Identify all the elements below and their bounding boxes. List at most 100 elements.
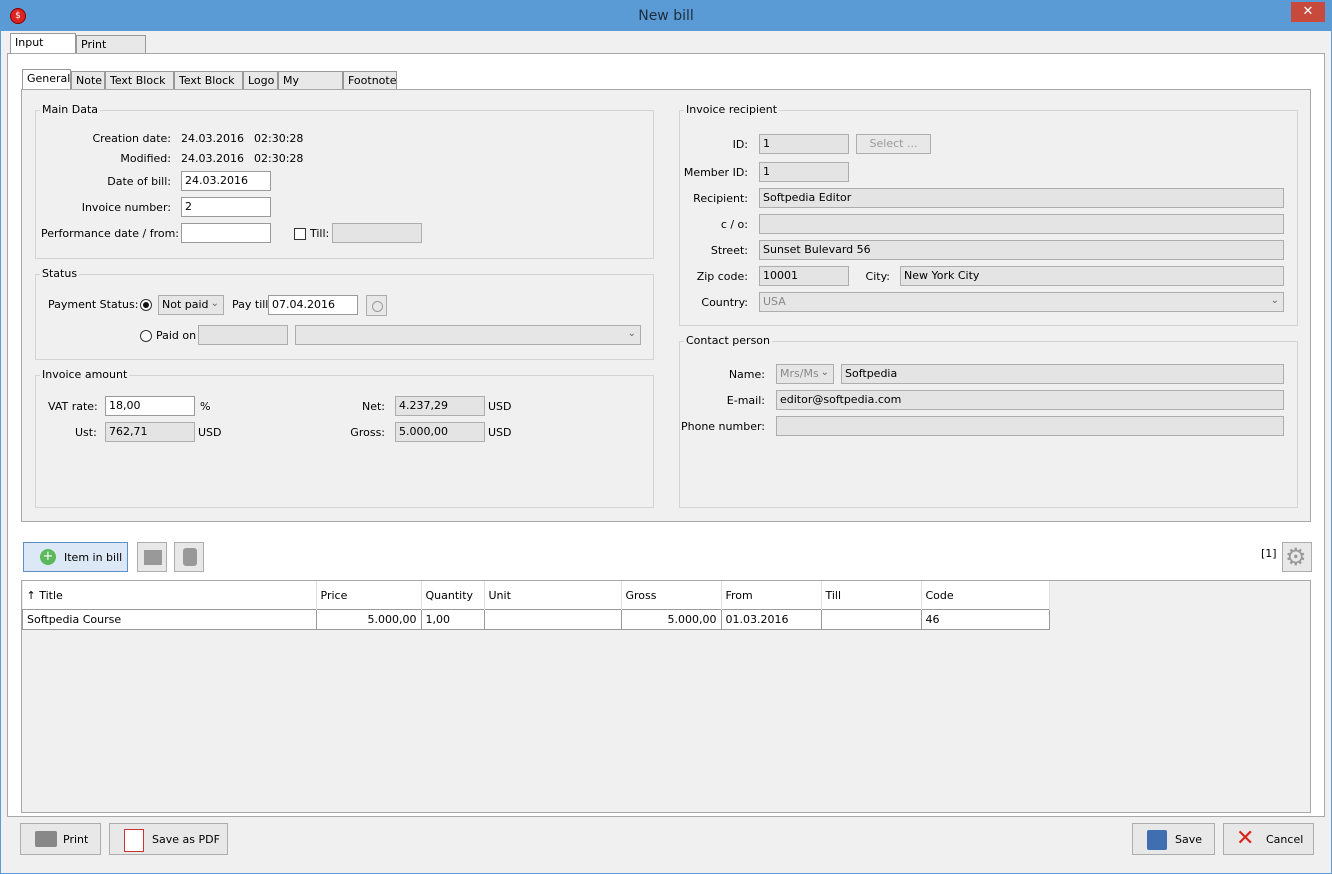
- invoice-recipient-group: Invoice recipient ID: 1 Select ... Membe…: [679, 103, 1298, 326]
- tab-general[interactable]: General: [22, 69, 71, 89]
- street-label: Street:: [710, 244, 748, 257]
- paid-on-radio[interactable]: [140, 330, 152, 342]
- cell-price[interactable]: 5.000,00: [315, 609, 422, 630]
- phone-input[interactable]: [776, 416, 1284, 436]
- till-input[interactable]: [332, 223, 422, 243]
- col-price[interactable]: Price: [316, 581, 422, 610]
- add-item-label: Item in bill: [64, 551, 123, 564]
- member-id-label: Member ID:: [683, 166, 748, 179]
- net-unit: USD: [488, 400, 512, 413]
- save-pdf-button[interactable]: Save as PDF: [109, 823, 228, 855]
- pay-till-input[interactable]: 07.04.2016: [268, 295, 358, 315]
- printer-icon: [35, 831, 57, 847]
- tab-text-block-1[interactable]: Text Block 1: [105, 71, 174, 105]
- salutation-value: Mrs/Ms: [780, 367, 819, 380]
- zip-code-input[interactable]: 10001: [759, 266, 849, 286]
- recipient-id-label: ID:: [732, 138, 748, 151]
- pay-till-label: Pay till: [232, 298, 269, 311]
- col-unit[interactable]: Unit: [484, 581, 622, 610]
- tab-note[interactable]: Note: [71, 71, 105, 89]
- country-select[interactable]: USA ⌄: [759, 292, 1284, 312]
- window-title: New bill: [638, 8, 694, 24]
- pdf-icon: [124, 829, 144, 852]
- gross-label: Gross:: [350, 426, 385, 439]
- street-input[interactable]: Sunset Bulevard 56: [759, 240, 1284, 260]
- title-bar: $ New bill ✕: [1, 1, 1331, 31]
- city-label: City:: [865, 270, 890, 283]
- vat-unit: %: [200, 400, 211, 413]
- ust-value: 762,71: [105, 422, 195, 442]
- close-button[interactable]: ✕: [1291, 2, 1325, 22]
- cell-unit[interactable]: [483, 609, 622, 630]
- tab-logo[interactable]: Logo: [243, 71, 278, 89]
- col-from[interactable]: From: [721, 581, 822, 610]
- invoice-number-input[interactable]: 2: [181, 197, 271, 217]
- cancel-button[interactable]: ✕ Cancel: [1223, 823, 1314, 855]
- payment-status-label: Payment Status:: [48, 298, 139, 311]
- cell-quantity[interactable]: 1,00: [420, 609, 485, 630]
- tab-print-version[interactable]: Print version: [76, 35, 146, 69]
- col-till[interactable]: Till: [821, 581, 922, 610]
- tab-text-block-2[interactable]: Text Block 2: [174, 71, 243, 105]
- cell-code[interactable]: 46: [920, 609, 1050, 630]
- paid-on-label: Paid on: [156, 329, 197, 342]
- recipient-input[interactable]: Softpedia Editor: [759, 188, 1284, 208]
- main-data-group: Main Data Creation date: 24.03.2016 02:3…: [35, 103, 654, 259]
- cell-gross[interactable]: 5.000,00: [620, 609, 722, 630]
- care-of-input[interactable]: [759, 214, 1284, 234]
- table-row[interactable]: Softpedia Course 5.000,00 1,00 5.000,00 …: [22, 609, 1050, 630]
- performance-date-label: Performance date / from:: [41, 227, 180, 240]
- col-title[interactable]: ↑ Title: [22, 581, 317, 610]
- gross-value: 5.000,00: [395, 422, 485, 442]
- net-value: 4.237,29: [395, 396, 485, 416]
- email-input[interactable]: editor@softpedia.com: [776, 390, 1284, 410]
- edit-item-button[interactable]: [137, 542, 167, 572]
- items-table: ↑ Title Price Quantity Unit Gross From T…: [22, 581, 1050, 630]
- cell-till[interactable]: [820, 609, 922, 630]
- salutation-select[interactable]: Mrs/Ms ⌄: [776, 364, 834, 384]
- cell-title[interactable]: Softpedia Course: [22, 609, 317, 630]
- plus-icon: +: [40, 549, 56, 565]
- vat-rate-label: VAT rate:: [48, 400, 98, 413]
- factory-icon: [144, 550, 162, 565]
- invoice-recipient-title: Invoice recipient: [684, 103, 780, 116]
- reminder-button[interactable]: [366, 295, 387, 316]
- table-header-row: ↑ Title Price Quantity Unit Gross From T…: [22, 581, 1050, 610]
- not-paid-radio[interactable]: [140, 299, 152, 311]
- col-gross[interactable]: Gross: [621, 581, 722, 610]
- delete-item-button[interactable]: [174, 542, 204, 572]
- add-item-button[interactable]: + Item in bill: [23, 542, 128, 572]
- table-settings-button[interactable]: ⚙: [1282, 542, 1312, 572]
- tab-input-fields[interactable]: Input fields: [10, 33, 76, 67]
- payment-status-select[interactable]: Not paid ⌄: [158, 295, 224, 315]
- cell-from[interactable]: 01.03.2016: [720, 609, 822, 630]
- payment-method-select[interactable]: ⌄: [295, 325, 641, 345]
- tab-my-address[interactable]: My address: [278, 71, 343, 105]
- recipient-id-value: 1: [759, 134, 849, 154]
- inner-tabbar: General Note Text Block 1 Text Block 2 L…: [22, 69, 402, 105]
- paid-on-input[interactable]: [198, 325, 288, 345]
- date-of-bill-input[interactable]: 24.03.2016: [181, 171, 271, 191]
- outer-tabbar: Input fields Print version: [10, 33, 150, 69]
- gear-icon: ⚙: [1285, 543, 1307, 571]
- target-icon: [372, 301, 383, 312]
- invoice-number-label: Invoice number:: [81, 201, 171, 214]
- print-button[interactable]: Print: [20, 823, 101, 855]
- member-id-value: 1: [759, 162, 849, 182]
- performance-from-input[interactable]: [181, 223, 271, 243]
- tab-footnote[interactable]: Footnote: [343, 71, 397, 89]
- care-of-label: c / o:: [720, 218, 748, 231]
- country-label: Country:: [701, 296, 748, 309]
- till-label: Till:: [310, 227, 330, 240]
- vat-rate-input[interactable]: 18,00: [105, 396, 195, 416]
- col-code[interactable]: Code: [921, 581, 1050, 610]
- contact-name-input[interactable]: Softpedia: [841, 364, 1284, 384]
- select-recipient-button[interactable]: Select ...: [856, 134, 931, 154]
- col-quantity[interactable]: Quantity: [421, 581, 485, 610]
- save-button[interactable]: Save: [1132, 823, 1215, 855]
- city-input[interactable]: New York City: [900, 266, 1284, 286]
- status-group: Status Payment Status: Not paid ⌄ Pay ti…: [35, 267, 654, 360]
- ust-unit: USD: [198, 426, 222, 439]
- till-checkbox[interactable]: [294, 228, 306, 240]
- general-panel: Main Data Creation date: 24.03.2016 02:3…: [21, 89, 1311, 522]
